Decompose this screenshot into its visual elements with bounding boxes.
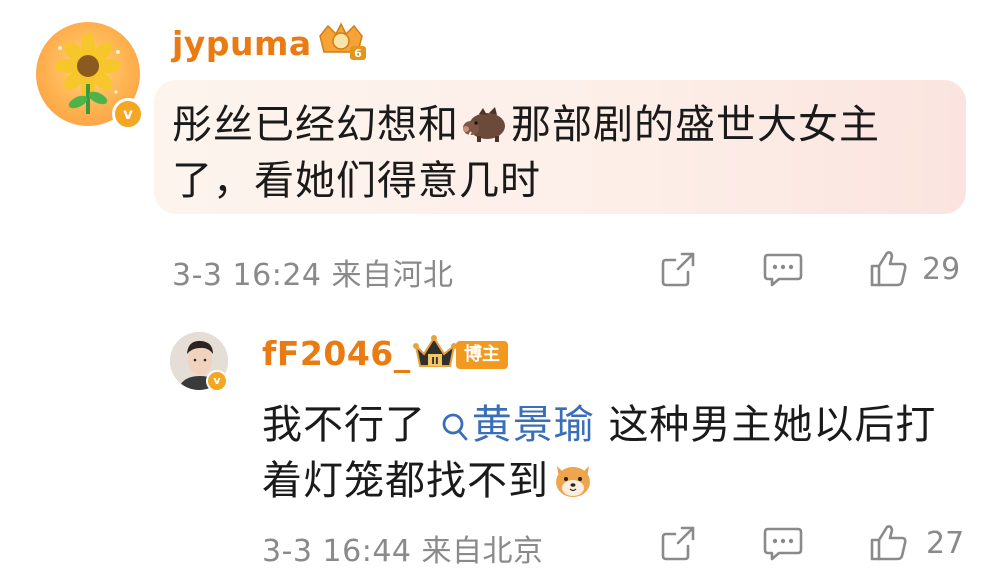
comment-thread: v jypuma 6 彤丝已经幻想和 那部剧的盛世大女主 了，看她们得意几时 3… <box>0 0 1000 580</box>
svg-text:II: II <box>431 356 438 367</box>
verified-badge-icon: v <box>206 370 228 392</box>
reply-text-part: 着灯笼都找不到 <box>262 458 549 504</box>
reply-text-part: 我不行了 <box>262 402 426 448</box>
comment-icon[interactable] <box>762 250 804 290</box>
comment-text-line2: 了，看她们得意几时 <box>172 158 541 204</box>
reply-avatar[interactable]: v <box>170 332 228 392</box>
like-icon[interactable] <box>868 248 910 290</box>
reply-meta: 3-3 16:44 来自北京 <box>262 534 544 569</box>
boar-emoji-icon <box>461 104 509 154</box>
share-icon[interactable] <box>658 250 698 290</box>
comment-icon[interactable] <box>762 524 804 564</box>
crown-rank-badge-icon: II <box>412 334 458 378</box>
reply-text: 我不行了 黄景瑜 这种男主她以后打 <box>262 392 936 450</box>
like-count: 27 <box>926 526 965 561</box>
search-icon <box>442 413 468 441</box>
reply-text-part: 这种男主她以后打 <box>608 402 937 448</box>
reply-username[interactable]: fF2046_ <box>262 334 411 373</box>
avatar[interactable]: v <box>36 22 144 130</box>
comment-meta: 3-3 16:24 来自河北 <box>172 258 454 293</box>
comment-text-part: 那部剧的盛世大女主 <box>511 102 880 148</box>
shiba-dog-emoji-icon <box>551 460 595 510</box>
mention-name: 黄景瑜 <box>471 402 595 448</box>
like-icon[interactable] <box>868 522 910 564</box>
verified-badge-icon: v <box>112 98 144 130</box>
share-icon[interactable] <box>658 524 698 564</box>
blogger-tag: 博主 <box>456 341 508 369</box>
comment-username[interactable]: jypuma <box>172 24 312 63</box>
mention-link[interactable]: 黄景瑜 <box>440 402 595 448</box>
comment-text: 彤丝已经幻想和 那部剧的盛世大女主 <box>172 92 880 154</box>
svg-text:6: 6 <box>354 47 362 60</box>
like-count: 29 <box>922 252 961 287</box>
reply-text-line2: 着灯笼都找不到 <box>262 448 597 510</box>
comment-text-part: 彤丝已经幻想和 <box>172 102 459 148</box>
member-level-badge-icon: 6 <box>314 22 368 66</box>
